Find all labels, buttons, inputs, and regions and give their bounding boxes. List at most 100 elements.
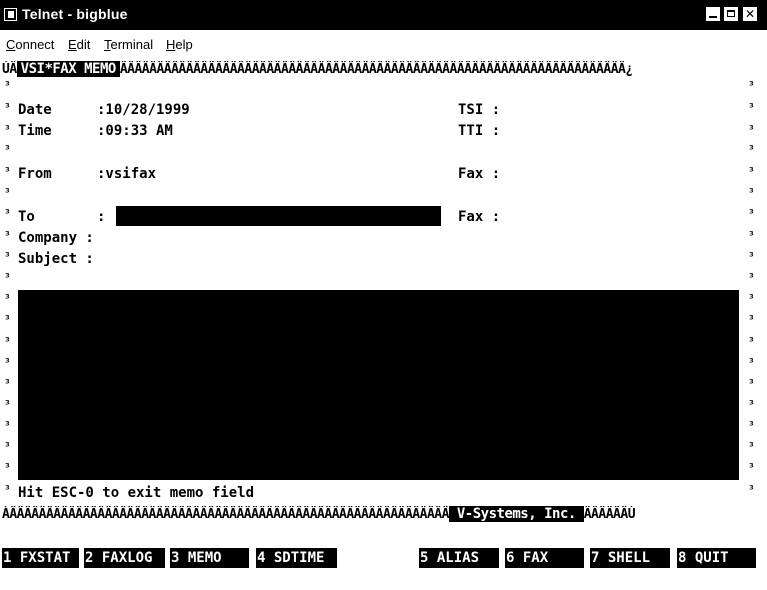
right-border-mark: [748, 101, 755, 114]
left-border-mark: [4, 186, 11, 199]
tti-label: TTI :: [458, 123, 501, 139]
screen-title: VSI*FAX MEMO: [16, 61, 120, 77]
right-border-mark: [748, 356, 755, 369]
left-border-mark: [4, 377, 11, 390]
left-border-mark: [4, 398, 11, 411]
close-button[interactable]: ✕: [742, 6, 758, 22]
footer-border-fill-right: ÄÄÄÄÄÄÙ: [583, 507, 636, 522]
date-label: Date: [18, 102, 52, 118]
left-border-mark: [4, 356, 11, 369]
fkey-3-memo[interactable]: 3 MEMO: [170, 548, 249, 568]
menu-terminal[interactable]: Terminal: [104, 37, 153, 52]
header-border-fill: ÄÄÄÄÄÄÄÄÄÄÄÄÄÄÄÄÄÄÄÄÄÄÄÄÄÄÄÄÄÄÄÄÄÄÄÄÄÄÄÄ…: [119, 62, 633, 77]
footer-border: ÀÄÄÄÄÄÄÄÄÄÄÄÄÄÄÄÄÄÄÄÄÄÄÄÄÄÄÄÄÄÄÄÄÄÄÄÄÄÄÄ…: [2, 506, 764, 523]
left-border-mark: [4, 207, 11, 220]
right-border-mark: [748, 292, 755, 305]
to-label: To: [18, 209, 35, 225]
fkey-8-quit[interactable]: 8 QUIT: [677, 548, 756, 568]
fkey-number: 6: [506, 550, 515, 566]
company-label: Company :: [18, 230, 94, 246]
fkey-2-faxlog[interactable]: 2 FAXLOG: [84, 548, 165, 568]
fkey-6-fax[interactable]: 6 FAX: [505, 548, 584, 568]
menu-help[interactable]: Help: [166, 37, 193, 52]
left-border-mark: [4, 461, 11, 474]
right-border-mark: [748, 186, 755, 199]
right-border-mark: [748, 483, 755, 496]
right-border-mark: [748, 165, 755, 178]
left-border-mark: [4, 335, 11, 348]
to-fax-label: Fax :: [458, 209, 501, 225]
left-border-mark: [4, 419, 11, 432]
fkey-number: 3: [171, 550, 180, 566]
from-value: :vsifax: [97, 166, 157, 182]
right-border-mark: [748, 335, 755, 348]
left-border-mark: [4, 292, 11, 305]
header-border-prefix: ÚÄ: [2, 62, 17, 77]
time-label: Time: [18, 123, 52, 139]
fkey-label: SDTIME: [273, 550, 342, 566]
minimize-button[interactable]: [705, 6, 721, 22]
right-border-mark: [748, 250, 755, 263]
right-border-mark: [748, 207, 755, 220]
left-border-mark: [4, 165, 11, 178]
right-border-mark: [748, 229, 755, 242]
tsi-label: TSI :: [458, 102, 501, 118]
right-border-mark: [748, 271, 755, 284]
right-border-mark: [748, 419, 755, 432]
right-border-mark: [748, 123, 755, 136]
fkey-number: 1: [3, 550, 12, 566]
fkey-label: FAX: [522, 550, 574, 566]
fkey-label: ALIAS: [436, 550, 488, 566]
window-title-bar[interactable]: Telnet - bigblue ✕: [0, 0, 767, 30]
to-input[interactable]: [116, 206, 441, 226]
fkey-1-fxstat[interactable]: 1 FXSTAT: [2, 548, 79, 568]
company-banner: V-Systems, Inc.: [448, 506, 584, 522]
fkey-label: MEMO: [187, 550, 239, 566]
right-border-mark: [748, 377, 755, 390]
left-border-mark: [4, 313, 11, 326]
status-hint: Hit ESC-0 to exit memo field: [18, 485, 255, 501]
fkey-5-alias[interactable]: 5 ALIAS: [419, 548, 499, 568]
left-border-mark: [4, 101, 11, 114]
left-border-mark: [4, 250, 11, 263]
fkey-4-sdtime[interactable]: 4 SDTIME: [256, 548, 337, 568]
fkey-number: 8: [678, 550, 687, 566]
right-border-mark: [748, 398, 755, 411]
left-border-mark: [4, 483, 11, 496]
fkey-label: QUIT: [694, 550, 754, 566]
from-label: From: [18, 166, 52, 182]
from-fax-label: Fax :: [458, 166, 501, 182]
left-border-mark: [4, 229, 11, 242]
to-colon: :: [97, 209, 106, 225]
fkey-label: FXSTAT: [19, 550, 71, 566]
time-value: :09:33 AM: [97, 123, 173, 139]
fkey-number: 4: [257, 550, 266, 566]
menu-connect[interactable]: Connect: [6, 37, 54, 52]
right-border-mark: [748, 461, 755, 474]
fkey-7-shell[interactable]: 7 SHELL: [590, 548, 670, 568]
maximize-button[interactable]: [723, 6, 739, 22]
subject-label: Subject :: [18, 251, 94, 267]
left-border-mark: [4, 143, 11, 156]
right-border-mark: [748, 440, 755, 453]
date-value: :10/28/1999: [97, 102, 190, 118]
fkey-number: 2: [85, 550, 94, 566]
menu-edit[interactable]: Edit: [68, 37, 90, 52]
memo-text-area[interactable]: [18, 290, 739, 480]
fkey-number: 7: [591, 550, 600, 566]
fkey-label: SHELL: [607, 550, 659, 566]
right-border-mark: [748, 313, 755, 326]
window-title: Telnet - bigblue: [22, 6, 128, 22]
header-border: ÚÄ VSI*FAX MEMO ÄÄÄÄÄÄÄÄÄÄÄÄÄÄÄÄÄÄÄÄÄÄÄÄÄÄ…: [2, 61, 764, 78]
fkey-label: FAXLOG: [101, 550, 153, 566]
telnet-app-icon[interactable]: [4, 8, 17, 21]
right-border-mark: [748, 79, 755, 92]
footer-border-fill-left: ÀÄÄÄÄÄÄÄÄÄÄÄÄÄÄÄÄÄÄÄÄÄÄÄÄÄÄÄÄÄÄÄÄÄÄÄÄÄÄÄ…: [2, 507, 449, 522]
left-border-mark: [4, 271, 11, 284]
menu-bar: Connect Edit Terminal Help: [0, 30, 767, 56]
left-border-mark: [4, 79, 11, 92]
left-border-mark: [4, 440, 11, 453]
fkey-number: 5: [420, 550, 429, 566]
left-border-mark: [4, 123, 11, 136]
right-border-mark: [748, 143, 755, 156]
